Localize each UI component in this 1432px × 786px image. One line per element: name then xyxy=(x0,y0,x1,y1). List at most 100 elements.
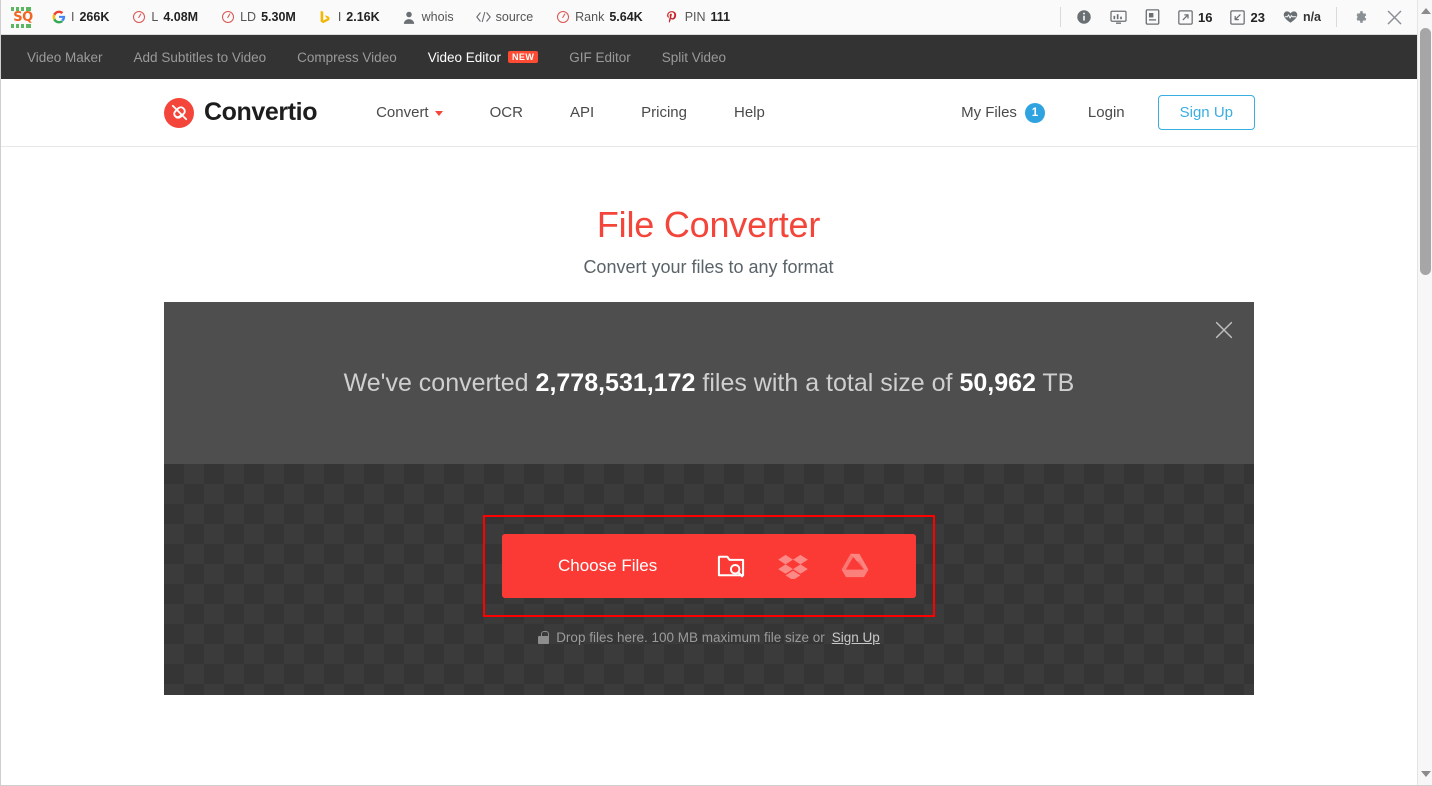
seo-metric-label: I xyxy=(71,10,75,24)
nav-add-subtitles-to-video[interactable]: Add Subtitles to Video xyxy=(134,50,267,65)
main-nav: Convert OCR API Pricing Help xyxy=(376,104,812,121)
seoquake-toolbar-right: 16 23 n/a xyxy=(1054,0,1417,34)
signup-button[interactable]: Sign Up xyxy=(1157,95,1255,130)
my-files-link[interactable]: My Files 1 xyxy=(961,102,1045,123)
nav-split-video[interactable]: Split Video xyxy=(662,50,726,65)
close-icon[interactable] xyxy=(1377,0,1411,34)
toolbar-divider xyxy=(1336,7,1337,27)
seo-metric-value: 4.08M xyxy=(163,10,199,24)
seo-metric-rank[interactable]: Rank 5.64K xyxy=(544,0,654,34)
code-icon xyxy=(475,10,491,25)
scroll-down-button[interactable] xyxy=(1418,765,1432,782)
nav-label: API xyxy=(569,104,595,121)
stats-text: We've converted 2,778,531,172 files with… xyxy=(344,369,1075,398)
nav-compress-video[interactable]: Compress Video xyxy=(297,50,397,65)
nav-label: Add Subtitles to Video xyxy=(133,49,267,65)
page-info-icon[interactable] xyxy=(1101,0,1135,34)
seo-metric-value: 266K xyxy=(79,10,110,24)
seo-metric-whois[interactable]: whois xyxy=(391,0,465,34)
nav-pricing[interactable]: Pricing xyxy=(641,104,687,121)
seo-metric-pinterest[interactable]: PIN 111 xyxy=(654,0,741,34)
seo-internal-links-value: 23 xyxy=(1250,9,1265,25)
seo-health[interactable]: n/a xyxy=(1274,10,1330,25)
seoquake-toolbar: SQ I 266K L 4.08M LD 5.30M I 2.16K whois… xyxy=(0,0,1417,35)
page-report-icon[interactable] xyxy=(1135,0,1169,34)
my-files-label: My Files xyxy=(961,104,1017,121)
seo-metric-label: Rank xyxy=(575,10,605,24)
health-icon xyxy=(1283,10,1298,25)
scroll-up-button[interactable] xyxy=(1418,2,1432,19)
brand-logo[interactable]: Convertio xyxy=(164,97,318,128)
page-scrollbar[interactable] xyxy=(1417,0,1432,786)
drop-hint-text: Drop files here. 100 MB maximum file siz… xyxy=(556,629,825,645)
seo-metric-value: 5.30M xyxy=(261,10,296,24)
scrollbar-thumb[interactable] xyxy=(1420,28,1431,275)
nav-label: Compress Video xyxy=(297,49,397,65)
nav-label: Video Editor xyxy=(427,49,502,65)
seo-metric-bing[interactable]: I 2.16K xyxy=(307,0,391,34)
folder-search-icon[interactable] xyxy=(713,548,749,584)
seo-metric-value: 5.64K xyxy=(609,10,643,24)
page-title: File Converter xyxy=(596,204,821,245)
seo-metric-value: 111 xyxy=(710,10,731,24)
seo-metric-google[interactable]: I 266K xyxy=(40,0,120,34)
brand-name: Convertio xyxy=(204,98,318,126)
hero-section: File Converter Convert your files to any… xyxy=(0,147,1417,278)
seo-metric-alexa-links[interactable]: L 4.08M xyxy=(120,0,209,34)
stats-middle: files with a total size of xyxy=(695,368,960,397)
alexa-ring-icon xyxy=(131,10,146,25)
chevron-down-icon xyxy=(1420,770,1431,777)
seoquake-logo[interactable]: SQ xyxy=(6,6,40,28)
external-links-icon xyxy=(1178,9,1193,25)
stats-close-button[interactable] xyxy=(1211,317,1237,343)
converter-panel: We've converted 2,778,531,172 files with… xyxy=(164,302,1254,695)
my-files-count-badge: 1 xyxy=(1024,102,1045,123)
secondary-nav: Video Maker Add Subtitles to Video Compr… xyxy=(0,35,1417,79)
choose-files-button[interactable]: Choose Files xyxy=(558,556,657,576)
nav-gif-editor[interactable]: GIF Editor xyxy=(569,50,631,65)
alexa-ring-icon xyxy=(220,10,235,25)
nav-ocr[interactable]: OCR xyxy=(490,104,523,121)
nav-help[interactable]: Help xyxy=(734,104,765,121)
drop-hint-signup-link[interactable]: Sign Up xyxy=(832,630,880,645)
header-actions: My Files 1 Login Sign Up xyxy=(961,95,1255,130)
page-subtitle: Convert your files to any format xyxy=(583,257,834,277)
seo-internal-links[interactable]: 23 xyxy=(1221,10,1273,25)
seo-external-links-value: 16 xyxy=(1198,9,1213,25)
seo-metric-label: source xyxy=(495,10,534,24)
file-dropzone[interactable]: Choose Files Drop files here. 100 MB max… xyxy=(164,464,1254,695)
nav-label: Convert xyxy=(376,104,429,121)
chevron-up-icon xyxy=(1420,7,1431,14)
stats-suffix: TB xyxy=(1035,368,1075,397)
seo-health-value: n/a xyxy=(1302,10,1321,24)
nav-convert[interactable]: Convert xyxy=(376,104,443,121)
seoquake-logo-text: SQ xyxy=(11,6,33,28)
login-link[interactable]: Login xyxy=(1088,104,1125,121)
nav-label: Pricing xyxy=(641,104,687,121)
browser-viewport: SQ I 266K L 4.08M LD 5.30M I 2.16K whois… xyxy=(0,0,1432,786)
stats-total-size: 50,962 xyxy=(959,368,1036,397)
seo-metric-source[interactable]: source xyxy=(465,0,545,34)
seo-metric-value: 2.16K xyxy=(346,10,380,24)
gear-icon[interactable] xyxy=(1343,0,1377,34)
seo-external-links[interactable]: 16 xyxy=(1169,10,1221,25)
google-drive-icon[interactable] xyxy=(837,548,873,584)
dropbox-icon[interactable] xyxy=(775,548,811,584)
seo-metric-label: L xyxy=(151,10,159,24)
choose-files-highlight: Choose Files xyxy=(483,514,935,617)
seo-metric-label: whois xyxy=(421,10,454,24)
stats-files-count: 2,778,531,172 xyxy=(535,368,696,397)
nav-video-editor[interactable]: Video Editor NEW xyxy=(428,50,539,65)
alexa-ring-icon xyxy=(555,10,570,25)
info-icon[interactable] xyxy=(1067,0,1101,34)
stats-banner: We've converted 2,778,531,172 files with… xyxy=(164,302,1254,464)
nav-label: GIF Editor xyxy=(569,49,631,65)
stats-prefix: We've converted xyxy=(343,368,536,397)
pinterest-icon xyxy=(665,10,680,25)
seo-metric-alexa-linking-domains[interactable]: LD 5.30M xyxy=(209,0,307,34)
window-left-border xyxy=(0,0,1,786)
seo-metric-label: I xyxy=(337,10,342,24)
google-icon xyxy=(51,10,66,25)
nav-api[interactable]: API xyxy=(570,104,594,121)
nav-video-maker[interactable]: Video Maker xyxy=(27,50,103,65)
